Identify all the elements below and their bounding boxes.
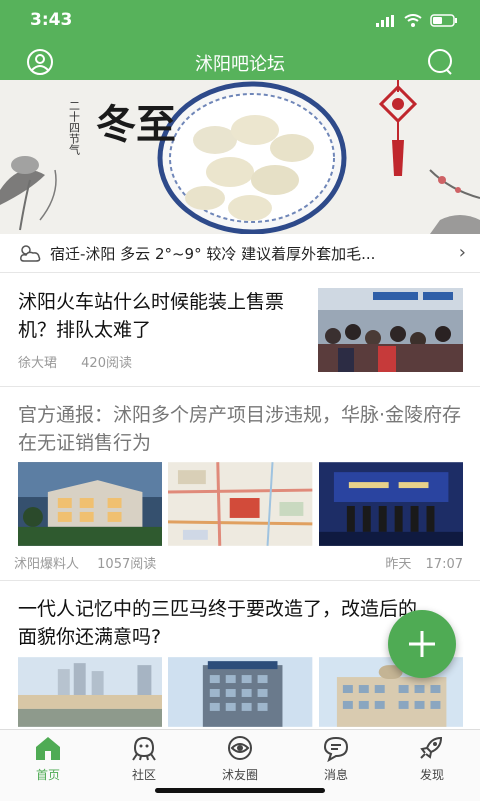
article-meta: 徐大珺 420阅读 [18,352,132,371]
article-image[interactable] [318,462,463,546]
dumpling-plate [157,81,347,234]
banner-heading: 冬至 [96,101,176,148]
list-item[interactable]: 官方通报：沭阳多个房产项目涉违规，华脉·金陵府存在无证销售行为 沭阳爆料人 10… [0,387,480,581]
article-meta: 沭阳爆料人 1057阅读 [14,553,156,572]
wifi-icon [404,14,422,27]
home-icon [36,737,60,760]
list-item[interactable]: 沭阳火车站什么时候能装上售票机？排队太难了 徐大珺 420阅读 [0,272,480,387]
app-header: 沭阳吧论坛 [0,44,480,80]
cloud-sun-icon [18,243,42,263]
article-author: 徐大珺 [18,356,58,371]
weather-bar[interactable]: 宿迁-沭阳 多云 2°~9° 较冷 建议着厚外套加毛... › [0,234,480,273]
article-image-row [18,462,463,546]
article-title[interactable]: 官方通报：沭阳多个房产项目涉违规，华脉·金陵府存在无证销售行为 [18,401,463,457]
chevron-right-icon[interactable]: › [459,242,466,263]
status-bar: 3:43 [0,0,480,44]
article-date: 昨天 [385,557,412,572]
tab-circle[interactable]: 沭友圈 [200,734,280,783]
tab-label: 沭友圈 [221,768,258,782]
article-reads: 1057阅读 [97,557,157,572]
status-time: 3:43 [30,10,73,30]
message-icon [323,736,349,763]
tab-label: 消息 [323,768,348,782]
article-time: 17:07 [425,557,463,572]
battery-icon [430,14,457,27]
article-image[interactable] [168,462,313,546]
search-icon[interactable] [426,48,454,80]
tab-label: 发现 [419,768,444,782]
article-timestamp: 昨天 17:07 [385,553,463,572]
article-title[interactable]: 沭阳火车站什么时候能装上售票机？排队太难了 [18,288,303,344]
tab-home[interactable]: 首页 [8,734,88,783]
article-reads: 420阅读 [81,356,132,371]
banner-subheading: 二十四节气 [68,100,81,155]
article-image-row [18,657,463,727]
signal-icon [376,14,394,27]
community-icon [132,736,156,761]
home-indicator [155,788,325,793]
page-title: 沭阳吧论坛 [195,54,285,75]
tab-messages[interactable]: 消息 [296,734,376,783]
tab-community[interactable]: 社区 [104,734,184,783]
weather-text: 宿迁-沭阳 多云 2°~9° 较冷 建议着厚外套加毛... [50,244,376,263]
article-title[interactable]: 一代人记忆中的三匹马终于要改造了，改造后的面貌你还满意吗? [18,595,428,651]
status-icons [376,14,458,27]
eye-circle-icon [228,736,252,760]
article-image[interactable] [18,462,163,546]
tab-discover[interactable]: 发现 [392,734,472,783]
tab-label: 首页 [35,768,60,782]
create-post-button[interactable] [388,610,456,678]
article-author: 沭阳爆料人 [14,557,80,572]
tab-label: 社区 [131,768,156,782]
banner-image[interactable]: 冬至 二十四节气 [0,80,480,234]
article-image[interactable] [18,657,163,727]
plus-icon [409,631,435,657]
article-image[interactable] [168,657,313,727]
rocket-icon [420,736,443,759]
article-thumbnail[interactable] [318,288,463,372]
